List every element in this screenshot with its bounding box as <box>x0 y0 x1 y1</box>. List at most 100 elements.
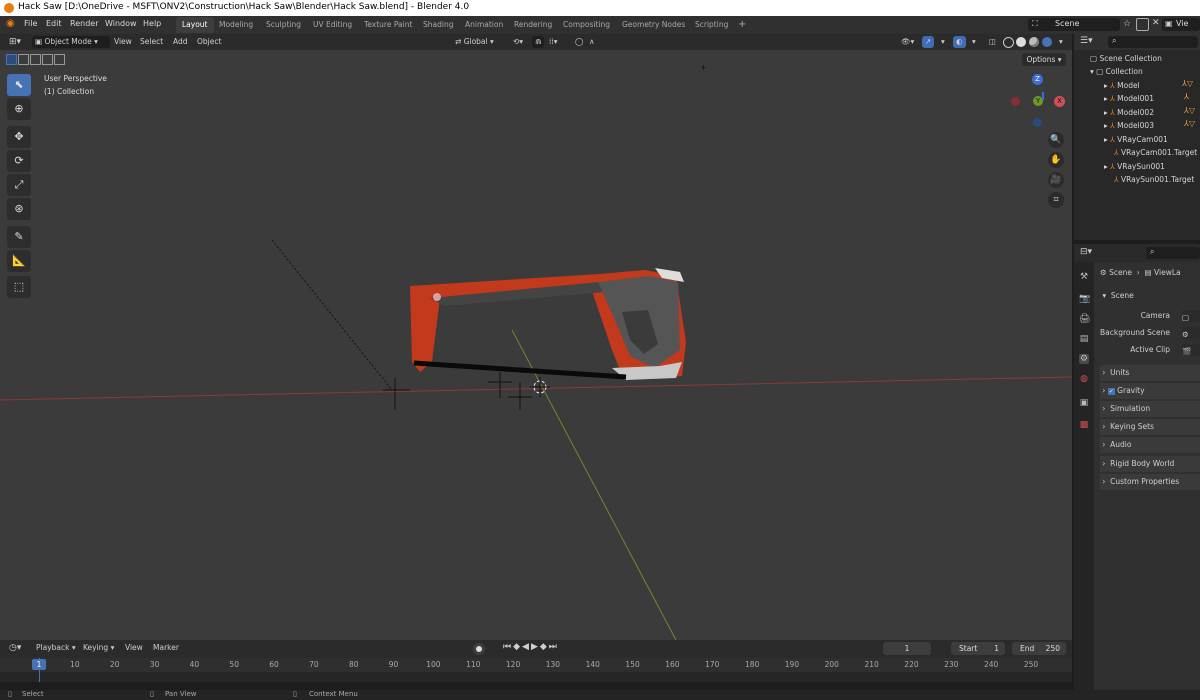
panel-keying-sets[interactable]: › Keying Sets <box>1100 419 1200 435</box>
outliner-item-vraysun001[interactable]: ▸ ⅄ VRaySun001 <box>1104 160 1165 173</box>
measure-tool-icon[interactable]: 📐 <box>7 250 31 272</box>
outliner-item-model002[interactable]: ▸ ⅄ Model002 <box>1104 106 1154 119</box>
panel-simulation[interactable]: › Simulation <box>1100 401 1200 417</box>
pin-icon[interactable]: ☆ <box>1123 19 1131 29</box>
zoom-icon[interactable]: 🔍 <box>1048 132 1064 148</box>
outliner-search-input[interactable]: ⌕ <box>1108 36 1198 48</box>
annotate-tool-icon[interactable]: ✎ <box>7 226 31 248</box>
scale-tool-icon[interactable]: ⤢ <box>7 174 31 196</box>
options-dropdown[interactable]: Options ▾ <box>1022 53 1066 66</box>
tab-texture-paint[interactable]: Texture Paint <box>358 17 418 33</box>
menu-keying[interactable]: Keying ▾ <box>80 642 117 654</box>
menu-select[interactable]: Select <box>137 36 166 48</box>
timeline-body[interactable]: 1102030405060708090100110120130140150160… <box>0 658 1072 682</box>
add-workspace-button[interactable]: + <box>732 17 752 33</box>
outliner-item-vraycam001[interactable]: ▸ ⅄ VRayCam001 <box>1104 133 1168 146</box>
tab-modeling[interactable]: Modeling <box>213 17 259 33</box>
menu-edit[interactable]: Edit <box>46 19 62 28</box>
jump-end-icon[interactable]: ⏭ <box>549 642 559 652</box>
transform-tool-icon[interactable]: ⊛ <box>7 198 31 220</box>
pivot-icon[interactable]: ⟲▾ <box>510 36 526 48</box>
transform-orientation[interactable]: ⇄ Global ▾ <box>452 36 497 48</box>
tab-scripting[interactable]: Scripting <box>689 17 734 33</box>
scene-selector[interactable]: ⛶ Scene <box>1028 18 1120 31</box>
camera-selector[interactable]: ▢ <box>1182 310 1200 322</box>
start-frame-input[interactable]: Start 1 <box>951 642 1005 655</box>
rotate-tool-icon[interactable]: ⟳ <box>7 150 31 172</box>
menu-object[interactable]: Object <box>194 36 224 48</box>
play-icon[interactable]: ▶ <box>531 642 540 652</box>
prev-keyframe-icon[interactable]: ◆ <box>513 642 522 652</box>
ortho-grid-icon[interactable]: ⌗ <box>1048 192 1064 208</box>
select-invert-icon[interactable] <box>42 54 53 65</box>
timeline-editor-type-icon[interactable]: ◷▾ <box>6 642 24 654</box>
scene-panel-header[interactable]: ▾ Scene <box>1100 288 1200 304</box>
material-shading-icon[interactable] <box>1029 37 1039 47</box>
move-tool-icon[interactable]: ✥ <box>7 126 31 148</box>
end-frame-input[interactable]: End 250 <box>1012 642 1066 655</box>
outliner-item-vraycam001-target[interactable]: ⅄ VRayCam001.Target <box>1114 146 1197 159</box>
pan-hand-icon[interactable]: ✋ <box>1048 152 1064 168</box>
gizmo-z-axis[interactable]: Z <box>1032 74 1043 85</box>
select-box-tool-icon[interactable]: ⬉ <box>7 74 31 96</box>
solid-shading-icon[interactable] <box>1016 37 1026 47</box>
snap-icon[interactable]: ⋒ <box>532 36 545 48</box>
blender-menu-icon[interactable]: ◉ <box>6 18 15 29</box>
xray-icon[interactable]: ◫ <box>986 36 999 48</box>
select-subtract-icon[interactable] <box>30 54 41 65</box>
texture-tab-icon[interactable]: ▩ <box>1079 420 1089 430</box>
falloff-icon[interactable]: ∧ <box>586 36 598 48</box>
properties-search-input[interactable]: ⌕ <box>1146 247 1200 259</box>
gizmo-neg-x-axis[interactable] <box>1011 97 1020 106</box>
panel-rigid-body-world[interactable]: › Rigid Body World <box>1100 456 1200 472</box>
wireframe-shading-icon[interactable] <box>1003 37 1014 48</box>
mode-selector[interactable]: ▣ Object Mode ▾ <box>32 36 110 48</box>
outliner-collection[interactable]: ▾ ▢ Collection <box>1090 65 1143 78</box>
view-layer-tab-icon[interactable]: ▤ <box>1079 334 1089 344</box>
view-layer-selector[interactable]: ▣ Vie <box>1162 18 1200 31</box>
background-scene-selector[interactable]: ⚙ <box>1182 327 1200 339</box>
menu-file[interactable]: File <box>24 19 37 28</box>
delete-scene-icon[interactable]: ✕ <box>1152 18 1160 28</box>
menu-render[interactable]: Render <box>70 19 98 28</box>
visibility-icon[interactable]: 👁▾ <box>898 36 917 48</box>
overlay-toggle-icon[interactable]: ◐ <box>953 36 966 48</box>
menu-window[interactable]: Window <box>105 19 137 28</box>
tab-geometry-nodes[interactable]: Geometry Nodes <box>616 17 691 33</box>
outliner-type-icon[interactable]: ☰▾ <box>1080 36 1093 46</box>
menu-add[interactable]: Add <box>170 36 191 48</box>
gizmo-dropdown-icon[interactable]: ▾ <box>938 36 948 48</box>
tab-uv-editing[interactable]: UV Editing <box>307 17 358 33</box>
gizmo-toggle-icon[interactable]: ↗ <box>922 36 935 48</box>
new-scene-icon[interactable] <box>1136 18 1149 31</box>
gravity-checkbox[interactable]: ✓ <box>1107 388 1115 395</box>
select-intersect-icon[interactable] <box>54 54 65 65</box>
panel-units[interactable]: › Units <box>1100 365 1200 381</box>
render-tab-icon[interactable]: 📷 <box>1079 294 1090 304</box>
navigation-gizmo[interactable]: Z Y X <box>1008 72 1068 132</box>
tab-layout[interactable]: Layout <box>176 17 214 33</box>
next-keyframe-icon[interactable]: ◆ <box>540 642 549 652</box>
menu-help[interactable]: Help <box>143 19 161 28</box>
add-cube-tool-icon[interactable]: ⬚ <box>7 276 31 298</box>
properties-type-icon[interactable]: ⊟▾ <box>1080 247 1092 257</box>
menu-playback[interactable]: Playback ▾ <box>33 642 79 654</box>
gizmo-neg-z-axis[interactable] <box>1033 118 1042 127</box>
menu-timeline-view[interactable]: View <box>122 642 146 654</box>
outliner-item-model001[interactable]: ▸ ⅄ Model001 <box>1104 92 1154 105</box>
menu-view[interactable]: View <box>111 36 135 48</box>
outliner-item-model[interactable]: ▸ ⅄ Model <box>1104 79 1140 92</box>
proportional-edit-icon[interactable]: ◯ <box>572 36 586 48</box>
outliner-item-model003[interactable]: ▸ ⅄ Model003 <box>1104 119 1154 132</box>
tab-sculpting[interactable]: Sculpting <box>260 17 307 33</box>
snap-target-icon[interactable]: ⁞⁞▾ <box>546 36 561 48</box>
rendered-shading-icon[interactable] <box>1042 37 1052 47</box>
record-button[interactable] <box>473 643 485 655</box>
select-new-icon[interactable] <box>6 54 17 65</box>
timeline-ruler[interactable]: 1102030405060708090100110120130140150160… <box>0 658 1072 672</box>
collection-tab-icon[interactable]: ▣ <box>1079 398 1089 408</box>
cursor-tool-icon[interactable]: ⊕ <box>7 98 31 120</box>
tab-rendering[interactable]: Rendering <box>508 17 558 33</box>
world-tab-icon[interactable]: ◍ <box>1079 374 1089 384</box>
output-tab-icon[interactable]: 🖨 <box>1079 314 1090 324</box>
